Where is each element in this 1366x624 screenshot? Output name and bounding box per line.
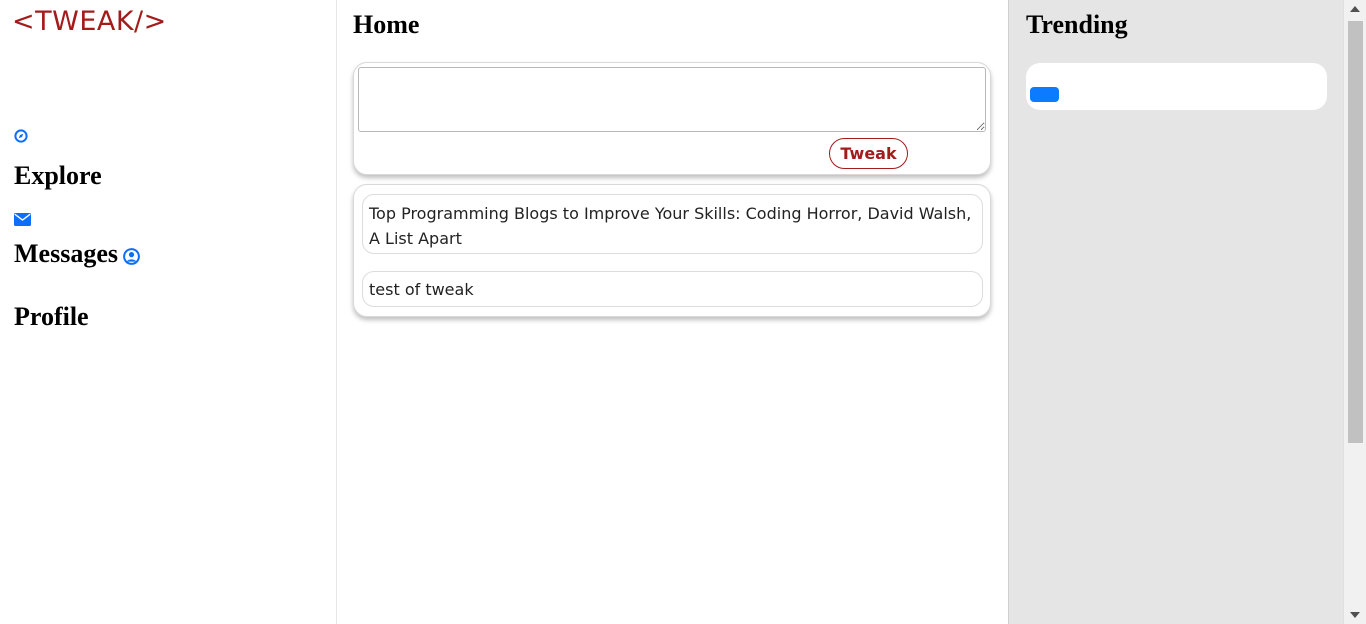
main-column: Home Tweak Top Programming Blogs to Impr… [337, 0, 1008, 624]
page-title: Home [353, 10, 420, 39]
scroll-up-arrow-icon[interactable] [1350, 6, 1360, 12]
feed-card: Top Programming Blogs to Improve Your Sk… [353, 184, 991, 317]
scrollbar-thumb[interactable] [1348, 21, 1363, 443]
compass-icon[interactable] [14, 129, 28, 148]
compose-card: Tweak [353, 62, 991, 175]
trending-panel: Trending [1008, 0, 1343, 624]
feed-post[interactable]: test of tweak [362, 271, 983, 307]
compose-input[interactable] [358, 67, 986, 132]
left-sidebar: <TWEAK/> Explore Messages Profile [0, 0, 337, 624]
trending-button[interactable] [1030, 87, 1059, 102]
tweak-button[interactable]: Tweak [829, 138, 908, 169]
sidebar-item-explore[interactable]: Explore [14, 161, 102, 191]
app-logo[interactable]: <TWEAK/> [12, 6, 167, 37]
trending-title: Trending [1026, 10, 1128, 39]
user-circle-icon[interactable] [123, 248, 140, 270]
trending-card [1026, 63, 1327, 110]
vertical-scrollbar[interactable] [1343, 0, 1366, 624]
envelope-icon[interactable] [14, 213, 31, 231]
scroll-down-arrow-icon[interactable] [1350, 612, 1360, 618]
sidebar-item-profile[interactable]: Profile [14, 302, 89, 332]
feed-post[interactable]: Top Programming Blogs to Improve Your Sk… [362, 194, 983, 254]
sidebar-item-messages[interactable]: Messages [14, 239, 118, 269]
